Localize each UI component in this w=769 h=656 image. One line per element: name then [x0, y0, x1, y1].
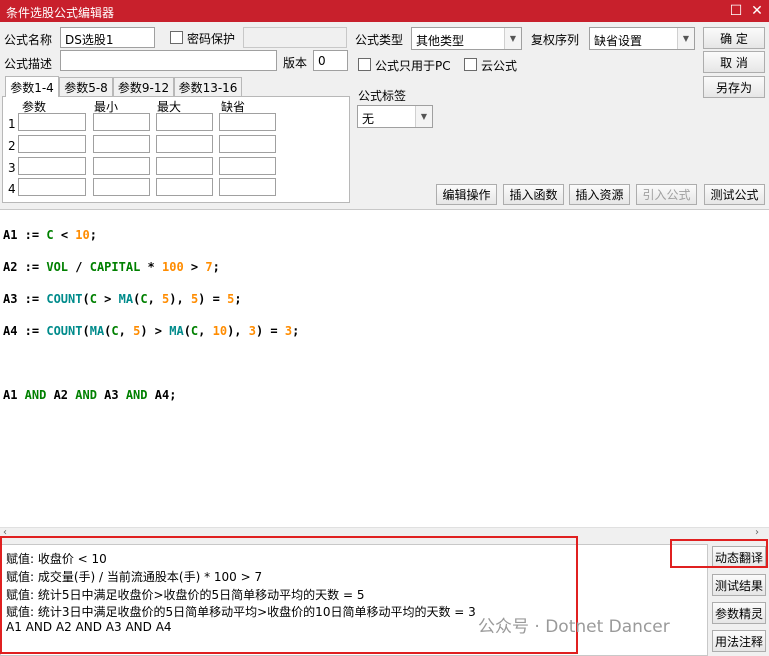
code-line-1: A1 := C < 10; [3, 228, 97, 242]
param2-min-input[interactable] [93, 135, 150, 153]
formula-tag-label: 公式标签 [358, 89, 407, 103]
code-line-2: A2 := VOL / CAPITAL * 100 > 7; [3, 260, 220, 274]
formula-type-label: 公式类型 [355, 33, 404, 47]
param3-name-input[interactable] [18, 157, 86, 175]
param4-name-input[interactable] [18, 178, 86, 196]
formula-type-select[interactable]: 其他类型 ▼ [411, 27, 522, 50]
ok-button[interactable]: 确 定 [703, 27, 765, 49]
pc-only-label: 公式只用于PC [375, 59, 451, 73]
param3-min-input[interactable] [93, 157, 150, 175]
param-row-number: 2 [8, 139, 16, 153]
param1-name-input[interactable] [18, 113, 86, 131]
highlight-box-dynamic-translate [670, 539, 768, 568]
param-row-number: 1 [8, 117, 16, 131]
version-label: 版本 [283, 56, 308, 70]
formula-editor[interactable]: A1 := C < 10; A2 := VOL / CAPITAL * 100 … [0, 209, 769, 540]
param4-max-input[interactable] [156, 178, 213, 196]
param2-default-input[interactable] [219, 135, 276, 153]
rights-select[interactable]: 缺省设置 ▼ [589, 27, 695, 50]
formula-tag-value: 无 [362, 112, 375, 126]
password-label: 密码保护 [187, 32, 236, 46]
formula-type-value: 其他类型 [416, 34, 465, 48]
param1-default-input[interactable] [219, 113, 276, 131]
usage-notes-button[interactable]: 用法注释 [712, 630, 766, 652]
formula-desc-input[interactable] [60, 50, 277, 71]
param4-min-input[interactable] [93, 178, 150, 196]
insert-function-button[interactable]: 插入函数 [503, 184, 564, 205]
cancel-button[interactable]: 取 消 [703, 51, 765, 73]
formula-name-input[interactable]: DS选股1 [60, 27, 155, 48]
tab-params-1-4[interactable]: 参数1-4 [5, 76, 59, 97]
param-row-number: 4 [8, 182, 16, 196]
param3-max-input[interactable] [156, 157, 213, 175]
param1-max-input[interactable] [156, 113, 213, 131]
chevron-down-icon: ▼ [504, 28, 521, 49]
param2-name-input[interactable] [18, 135, 86, 153]
cloud-label: 云公式 [481, 59, 518, 73]
import-formula-button[interactable]: 引入公式 [636, 184, 697, 205]
test-result-button[interactable]: 测试结果 [712, 574, 766, 596]
pc-only-checkbox[interactable] [358, 58, 371, 71]
save-as-button[interactable]: 另存为 [703, 76, 765, 98]
code-line-6: A1 AND A2 AND A3 AND A4; [3, 388, 177, 402]
chevron-down-icon: ▼ [415, 106, 432, 127]
title-bar: 条件选股公式编辑器 ☐ ✕ [0, 0, 769, 22]
code-line-4: A4 := COUNT(MA(C, 5) > MA(C, 10), 3) = 3… [3, 324, 300, 338]
watermark: 公众号 · Dotnet Dancer [478, 617, 670, 637]
param3-default-input[interactable] [219, 157, 276, 175]
tab-params-9-12[interactable]: 参数9-12 [113, 77, 174, 96]
formula-desc-label: 公式描述 [4, 57, 53, 71]
tab-params-13-16[interactable]: 参数13-16 [174, 77, 242, 96]
rights-label: 复权序列 [531, 33, 580, 47]
edit-ops-button[interactable]: 编辑操作 [436, 184, 497, 205]
chevron-down-icon: ▼ [677, 28, 694, 49]
param-row-number: 3 [8, 161, 16, 175]
param4-default-input[interactable] [219, 178, 276, 196]
param-tune-button[interactable]: 参数精灵 [712, 602, 766, 624]
param1-min-input[interactable] [93, 113, 150, 131]
password-input[interactable] [243, 27, 347, 48]
maximize-icon[interactable]: ☐ [725, 0, 747, 22]
cloud-checkbox[interactable] [464, 58, 477, 71]
code-line-3: A3 := COUNT(C > MA(C, 5), 5) = 5; [3, 292, 242, 306]
params-panel: 参数 最小 最大 缺省 1 2 3 4 [2, 96, 350, 203]
window-title: 条件选股公式编辑器 [6, 6, 115, 20]
password-checkbox[interactable] [170, 31, 183, 44]
scroll-right-icon[interactable]: › [755, 527, 759, 538]
formula-code: A1 := C < 10; A2 := VOL / CAPITAL * 100 … [3, 211, 299, 435]
tab-params-5-8[interactable]: 参数5-8 [59, 77, 113, 96]
insert-resource-button[interactable]: 插入资源 [569, 184, 630, 205]
formula-tag-select[interactable]: 无 ▼ [357, 105, 433, 128]
param2-max-input[interactable] [156, 135, 213, 153]
close-icon[interactable]: ✕ [746, 0, 768, 22]
test-formula-button[interactable]: 测试公式 [704, 184, 765, 205]
version-input[interactable]: 0 [313, 50, 348, 71]
formula-name-label: 公式名称 [4, 33, 53, 47]
rights-value: 缺省设置 [594, 34, 643, 48]
